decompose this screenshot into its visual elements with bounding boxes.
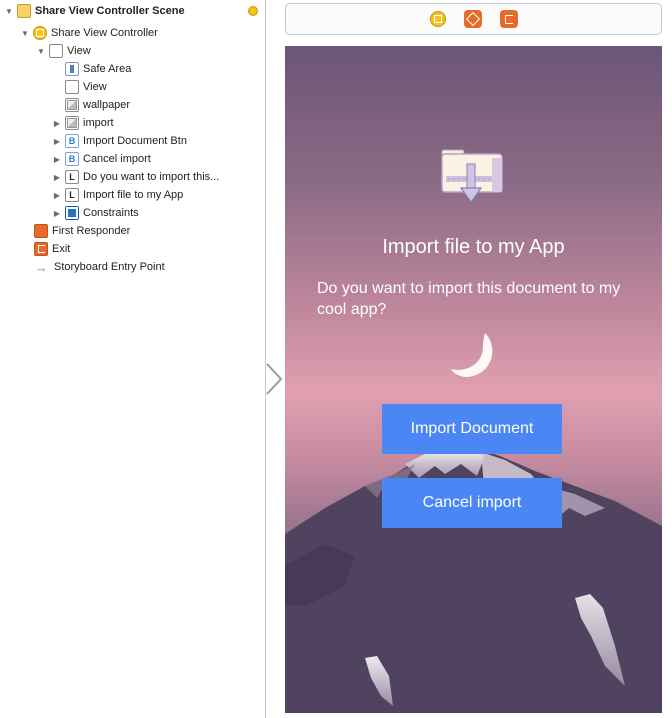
view-icon xyxy=(49,44,63,58)
outline-row-label: wallpaper xyxy=(83,99,131,111)
button-icon: B xyxy=(65,152,79,166)
outline-row-view[interactable]: ▼ View xyxy=(0,42,266,60)
first-responder-icon xyxy=(34,224,48,238)
storyboard-canvas[interactable]: Import file to my App Do you want to imp… xyxy=(266,0,672,718)
disclosure-closed-icon[interactable]: ▶ xyxy=(52,172,62,182)
safe-area-icon xyxy=(65,62,79,76)
storyboard-scene-icon xyxy=(17,4,31,18)
cancel-import-button[interactable]: Cancel import xyxy=(382,478,562,528)
scene-dock xyxy=(285,3,662,35)
outline-row-safe-area[interactable]: Safe Area xyxy=(0,60,266,78)
outline-row-message-label[interactable]: ▶ L Do you want to import this... xyxy=(0,168,266,186)
outline-row-share-view-controller[interactable]: ▼ Share View Controller xyxy=(0,24,266,42)
import-message-label: Do you want to import this document to m… xyxy=(317,280,621,318)
outline-row-label: View xyxy=(83,81,107,93)
constraints-icon xyxy=(65,206,79,220)
outline-row-exit[interactable]: Exit xyxy=(0,240,266,258)
view-controller-scene[interactable]: Import file to my App Do you want to imp… xyxy=(285,46,662,713)
image-view-icon xyxy=(65,116,79,130)
outline-row-title-label[interactable]: ▶ L Import file to my App xyxy=(0,186,266,204)
document-outline: ▼ Share View Controller Scene ▼ Share Vi… xyxy=(0,0,266,718)
outline-row-label: Storyboard Entry Point xyxy=(54,261,165,273)
outline-row-label: Import Document Btn xyxy=(83,135,187,147)
outline-row-label: Share View Controller Scene xyxy=(35,5,185,17)
disclosure-open-icon[interactable]: ▼ xyxy=(36,46,46,56)
view-controller-icon xyxy=(33,26,47,40)
outline-row-wallpaper[interactable]: wallpaper xyxy=(0,96,266,114)
outline-row-label: Constraints xyxy=(83,207,139,219)
disclosure-closed-icon[interactable]: ▶ xyxy=(52,136,62,146)
view-icon xyxy=(65,80,79,94)
view-controller-icon[interactable] xyxy=(429,11,446,27)
outline-row-label: import xyxy=(83,117,114,129)
first-responder-icon[interactable] xyxy=(463,10,482,28)
label-icon: L xyxy=(65,170,79,184)
moon-icon xyxy=(451,333,493,377)
outline-row-first-responder[interactable]: First Responder xyxy=(0,222,266,240)
outline-row-import-document-btn[interactable]: ▶ B Import Document Btn xyxy=(0,132,266,150)
disclosure-closed-icon[interactable]: ▶ xyxy=(52,118,62,128)
outline-row-view-inner[interactable]: View xyxy=(0,78,266,96)
disclosure-open-icon[interactable]: ▼ xyxy=(4,6,14,16)
outline-row-label: Cancel import xyxy=(83,153,151,165)
outline-row-cancel-import[interactable]: ▶ B Cancel import xyxy=(0,150,266,168)
disclosure-closed-icon[interactable]: ▶ xyxy=(52,208,62,218)
disclosure-closed-icon[interactable]: ▶ xyxy=(52,154,62,164)
import-title-label: Import file to my App xyxy=(382,236,565,258)
label-icon: L xyxy=(65,188,79,202)
storyboard-entry-arrow-icon: → xyxy=(34,259,48,275)
disclosure-closed-icon[interactable]: ▶ xyxy=(52,190,62,200)
outline-row-label: View xyxy=(67,45,91,57)
import-folder-icon xyxy=(441,149,503,204)
outline-row-label: First Responder xyxy=(52,225,131,237)
outline-row-constraints[interactable]: ▶ Constraints xyxy=(0,204,266,222)
image-view-icon xyxy=(65,98,79,112)
outline-row-scene[interactable]: ▼ Share View Controller Scene xyxy=(0,2,266,20)
outline-row-label: Import file to my App xyxy=(83,189,184,201)
outline-row-label: Share View Controller xyxy=(51,27,158,39)
button-icon: B xyxy=(65,134,79,148)
outline-row-label: Safe Area xyxy=(83,63,132,75)
storyboard-entry-arrow-icon xyxy=(266,363,283,395)
disclosure-open-icon[interactable]: ▼ xyxy=(20,28,30,38)
outline-row-entry-point[interactable]: → Storyboard Entry Point xyxy=(0,258,266,276)
outline-row-import[interactable]: ▶ import xyxy=(0,114,266,132)
scene-view-controller-badge-icon xyxy=(248,6,258,16)
exit-icon xyxy=(34,242,48,256)
exit-icon[interactable] xyxy=(499,10,518,28)
import-document-button[interactable]: Import Document xyxy=(382,404,562,454)
outline-row-label: Exit xyxy=(52,243,71,255)
outline-row-label: Do you want to import this... xyxy=(83,171,220,183)
